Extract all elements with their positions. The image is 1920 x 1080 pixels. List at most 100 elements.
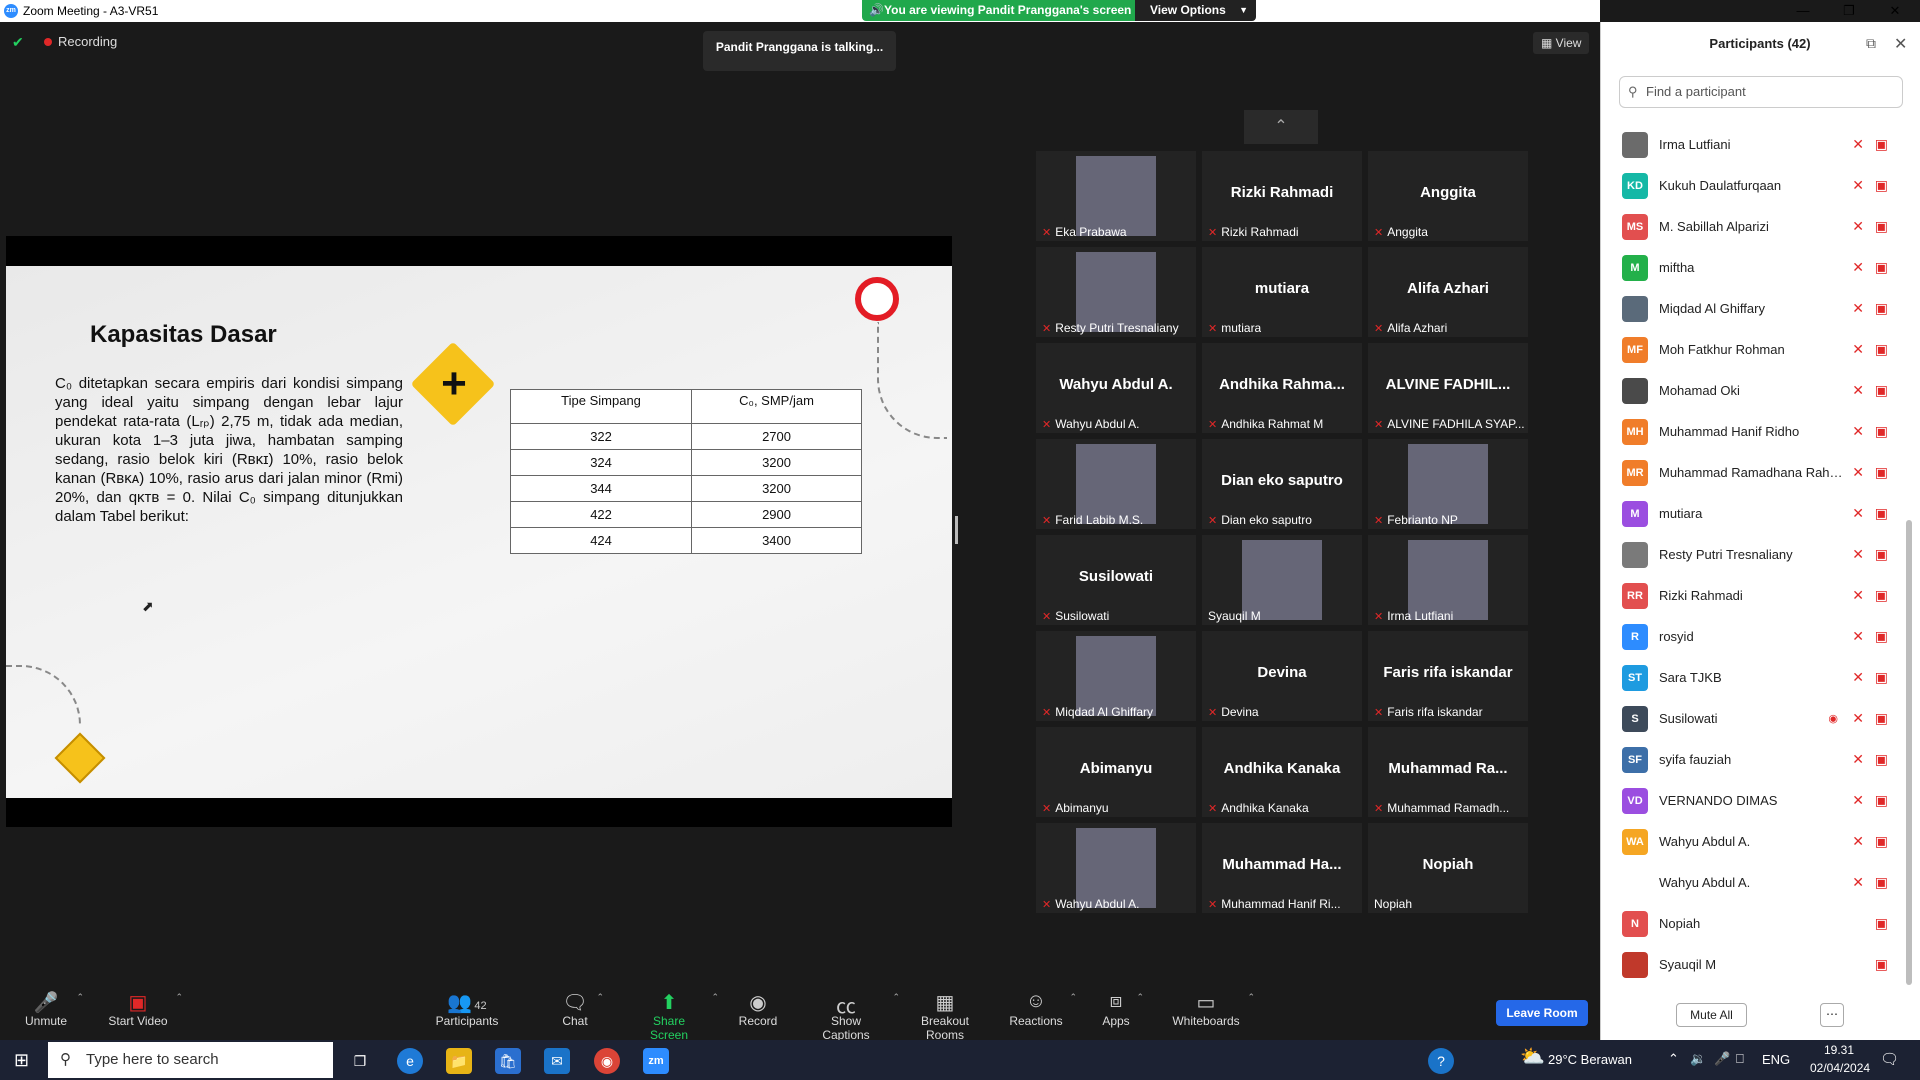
participant-row[interactable]: ST Sara TJKB ✕ ▣ bbox=[1608, 657, 1908, 698]
network-icon[interactable]: ⎕ bbox=[1736, 1051, 1744, 1067]
reactions-button[interactable]: ☺ Reactions ⌃ bbox=[1009, 990, 1077, 1028]
microphone-icon[interactable]: 🎤 bbox=[1714, 1051, 1730, 1067]
notifications-icon[interactable]: 🗨 bbox=[1880, 1050, 1899, 1068]
mic-muted-icon[interactable]: ✕ bbox=[1852, 300, 1864, 317]
caret-up-icon[interactable]: ⌃ bbox=[1247, 992, 1255, 1003]
video-tile[interactable]: ✕ Febrianto NP bbox=[1368, 439, 1528, 529]
close-window-icon[interactable]: ✕ bbox=[1872, 0, 1918, 22]
video-off-icon[interactable]: ▣ bbox=[1875, 136, 1888, 153]
weather-text[interactable]: 29°C Berawan bbox=[1548, 1052, 1632, 1067]
mic-muted-icon[interactable]: ✕ bbox=[1852, 218, 1864, 235]
video-tile[interactable]: Dian eko saputro ✕ Dian eko saputro bbox=[1202, 439, 1362, 529]
show-captions-button[interactable]: ㏄ Show Captions ⌃ bbox=[806, 990, 900, 1042]
video-off-icon[interactable]: ▣ bbox=[1875, 956, 1888, 973]
clock-time[interactable]: 19.31 bbox=[1824, 1043, 1854, 1057]
mic-muted-icon[interactable]: ✕ bbox=[1852, 751, 1864, 768]
clock-date[interactable]: 02/04/2024 bbox=[1810, 1061, 1870, 1075]
video-tile[interactable]: Susilowati ✕ Susilowati bbox=[1036, 535, 1196, 625]
video-off-icon[interactable]: ▣ bbox=[1875, 751, 1888, 768]
start-video-button[interactable]: ▣ Start Video ⌃ bbox=[107, 990, 183, 1028]
participant-row[interactable]: Syauqil M ▣ bbox=[1608, 944, 1908, 985]
leave-room-button[interactable]: Leave Room bbox=[1496, 1000, 1588, 1026]
participant-row[interactable]: KD Kukuh Daulatfurqaan ✕ ▣ bbox=[1608, 165, 1908, 206]
video-off-icon[interactable]: ▣ bbox=[1875, 833, 1888, 850]
video-off-icon[interactable]: ▣ bbox=[1875, 464, 1888, 481]
mic-muted-icon[interactable]: ✕ bbox=[1852, 792, 1864, 809]
video-off-icon[interactable]: ▣ bbox=[1875, 382, 1888, 399]
whiteboards-button[interactable]: ▭ Whiteboards ⌃ bbox=[1171, 990, 1255, 1028]
video-tile[interactable]: Devina ✕ Devina bbox=[1202, 631, 1362, 721]
participant-row[interactable]: Mmiftha ✕ ▣ bbox=[1608, 247, 1908, 288]
more-options-button[interactable]: ⋯ bbox=[1820, 1003, 1844, 1027]
popout-icon[interactable]: ⧉ bbox=[1866, 35, 1876, 52]
apps-button[interactable]: ⧈ Apps ⌃ bbox=[1102, 990, 1144, 1028]
windows-start-icon[interactable]: ⊞ bbox=[14, 1050, 34, 1070]
participant-row[interactable]: RR Rizki Rahmadi ✕ ▣ bbox=[1608, 575, 1908, 616]
video-tile[interactable]: Andhika Kanaka ✕ Andhika Kanaka bbox=[1202, 727, 1362, 817]
breakout-rooms-button[interactable]: ▦ Breakout Rooms bbox=[901, 990, 989, 1042]
chrome-icon[interactable]: ◉ bbox=[594, 1048, 620, 1074]
participant-row[interactable]: Wahyu Abdul A. ✕ ▣ bbox=[1608, 862, 1908, 903]
video-off-icon[interactable]: ▣ bbox=[1875, 546, 1888, 563]
participant-search-input[interactable]: ⚲ Find a participant bbox=[1619, 76, 1903, 108]
video-off-icon[interactable]: ▣ bbox=[1875, 915, 1888, 932]
security-shield-icon[interactable]: ✔ bbox=[12, 34, 26, 50]
edge-browser-icon[interactable]: e bbox=[397, 1048, 423, 1074]
video-tile[interactable]: Faris rifa iskandar ✕ Faris rifa iskandar bbox=[1368, 631, 1528, 721]
caret-up-icon[interactable]: ⌃ bbox=[1069, 992, 1077, 1003]
video-off-icon[interactable]: ▣ bbox=[1875, 628, 1888, 645]
mic-muted-icon[interactable]: ✕ bbox=[1852, 710, 1864, 727]
participant-row[interactable]: Rrosyid ✕ ▣ bbox=[1608, 616, 1908, 657]
caret-up-icon[interactable]: ⌃ bbox=[175, 992, 183, 1003]
video-off-icon[interactable]: ▣ bbox=[1875, 300, 1888, 317]
participant-row[interactable]: Miqdad Al Ghiffary ✕ ▣ bbox=[1608, 288, 1908, 329]
video-off-icon[interactable]: ▣ bbox=[1875, 259, 1888, 276]
caret-up-icon[interactable]: ⌃ bbox=[596, 992, 604, 1003]
video-off-icon[interactable]: ▣ bbox=[1875, 587, 1888, 604]
video-off-icon[interactable]: ▣ bbox=[1875, 710, 1888, 727]
video-tile[interactable]: Muhammad Ha... ✕ Muhammad Hanif Ri... bbox=[1202, 823, 1362, 913]
video-tile[interactable]: ✕ Miqdad Al Ghiffary bbox=[1036, 631, 1196, 721]
mic-muted-icon[interactable]: ✕ bbox=[1852, 587, 1864, 604]
video-tile[interactable]: Anggita ✕ Anggita bbox=[1368, 151, 1528, 241]
video-tile[interactable]: ✕ Resty Putri Tresnaliany bbox=[1036, 247, 1196, 337]
video-off-icon[interactable]: ▣ bbox=[1875, 341, 1888, 358]
participant-row[interactable]: VD VERNANDO DIMAS ✕ ▣ bbox=[1608, 780, 1908, 821]
video-tile[interactable]: Nopiah Nopiah bbox=[1368, 823, 1528, 913]
video-off-icon[interactable]: ▣ bbox=[1875, 874, 1888, 891]
video-tile[interactable]: ✕ Wahyu Abdul A. bbox=[1036, 823, 1196, 913]
video-tile[interactable]: ALVINE FADHIL... ✕ ALVINE FADHILA SYAP... bbox=[1368, 343, 1528, 433]
video-off-icon[interactable]: ▣ bbox=[1875, 423, 1888, 440]
video-tile[interactable]: ✕ Irma Lutfiani bbox=[1368, 535, 1528, 625]
close-panel-icon[interactable]: ✕ bbox=[1894, 34, 1907, 54]
unmute-button[interactable]: 🎤 Unmute ⌃ bbox=[22, 990, 84, 1028]
caret-up-icon[interactable]: ⌃ bbox=[76, 992, 84, 1003]
video-off-icon[interactable]: ▣ bbox=[1875, 669, 1888, 686]
mail-icon[interactable]: ✉ bbox=[544, 1048, 570, 1074]
participant-row[interactable]: MF Moh Fatkhur Rohman ✕ ▣ bbox=[1608, 329, 1908, 370]
language-indicator[interactable]: ENG bbox=[1762, 1052, 1790, 1067]
participant-list-scrollbar[interactable] bbox=[1906, 520, 1912, 985]
store-icon[interactable]: 🛍 bbox=[495, 1048, 521, 1074]
mic-muted-icon[interactable]: ✕ bbox=[1852, 423, 1864, 440]
chat-button[interactable]: 🗨 Chat ⌃ bbox=[560, 990, 604, 1028]
minimize-icon[interactable]: — bbox=[1780, 0, 1826, 22]
show-hidden-icons-icon[interactable]: ⌃ bbox=[1668, 1051, 1679, 1067]
mic-muted-icon[interactable]: ✕ bbox=[1852, 628, 1864, 645]
mic-muted-icon[interactable]: ✕ bbox=[1852, 341, 1864, 358]
video-off-icon[interactable]: ▣ bbox=[1875, 218, 1888, 235]
mic-muted-icon[interactable]: ✕ bbox=[1852, 382, 1864, 399]
participant-row[interactable]: WA Wahyu Abdul A. ✕ ▣ bbox=[1608, 821, 1908, 862]
recording-indicator[interactable]: Recording bbox=[44, 34, 117, 49]
zoom-taskbar-icon[interactable]: zm bbox=[643, 1048, 669, 1074]
view-options-button[interactable]: View Options ▼ bbox=[1135, 0, 1256, 21]
mic-muted-icon[interactable]: ✕ bbox=[1852, 669, 1864, 686]
mic-muted-icon[interactable]: ✕ bbox=[1852, 136, 1864, 153]
video-tile[interactable]: Rizki Rahmadi ✕ Rizki Rahmadi bbox=[1202, 151, 1362, 241]
video-tile[interactable]: ✕ Farid Labib M.S. bbox=[1036, 439, 1196, 529]
record-button[interactable]: ◉ Record bbox=[738, 990, 778, 1028]
weather-icon[interactable]: ⛅ bbox=[1520, 1044, 1545, 1069]
speaker-icon[interactable]: 🔉 bbox=[1690, 1051, 1706, 1067]
participant-row[interactable]: SF syifa fauziah ✕ ▣ bbox=[1608, 739, 1908, 780]
participant-row[interactable]: MH Muhammad Hanif Ridho ✕ ▣ bbox=[1608, 411, 1908, 452]
